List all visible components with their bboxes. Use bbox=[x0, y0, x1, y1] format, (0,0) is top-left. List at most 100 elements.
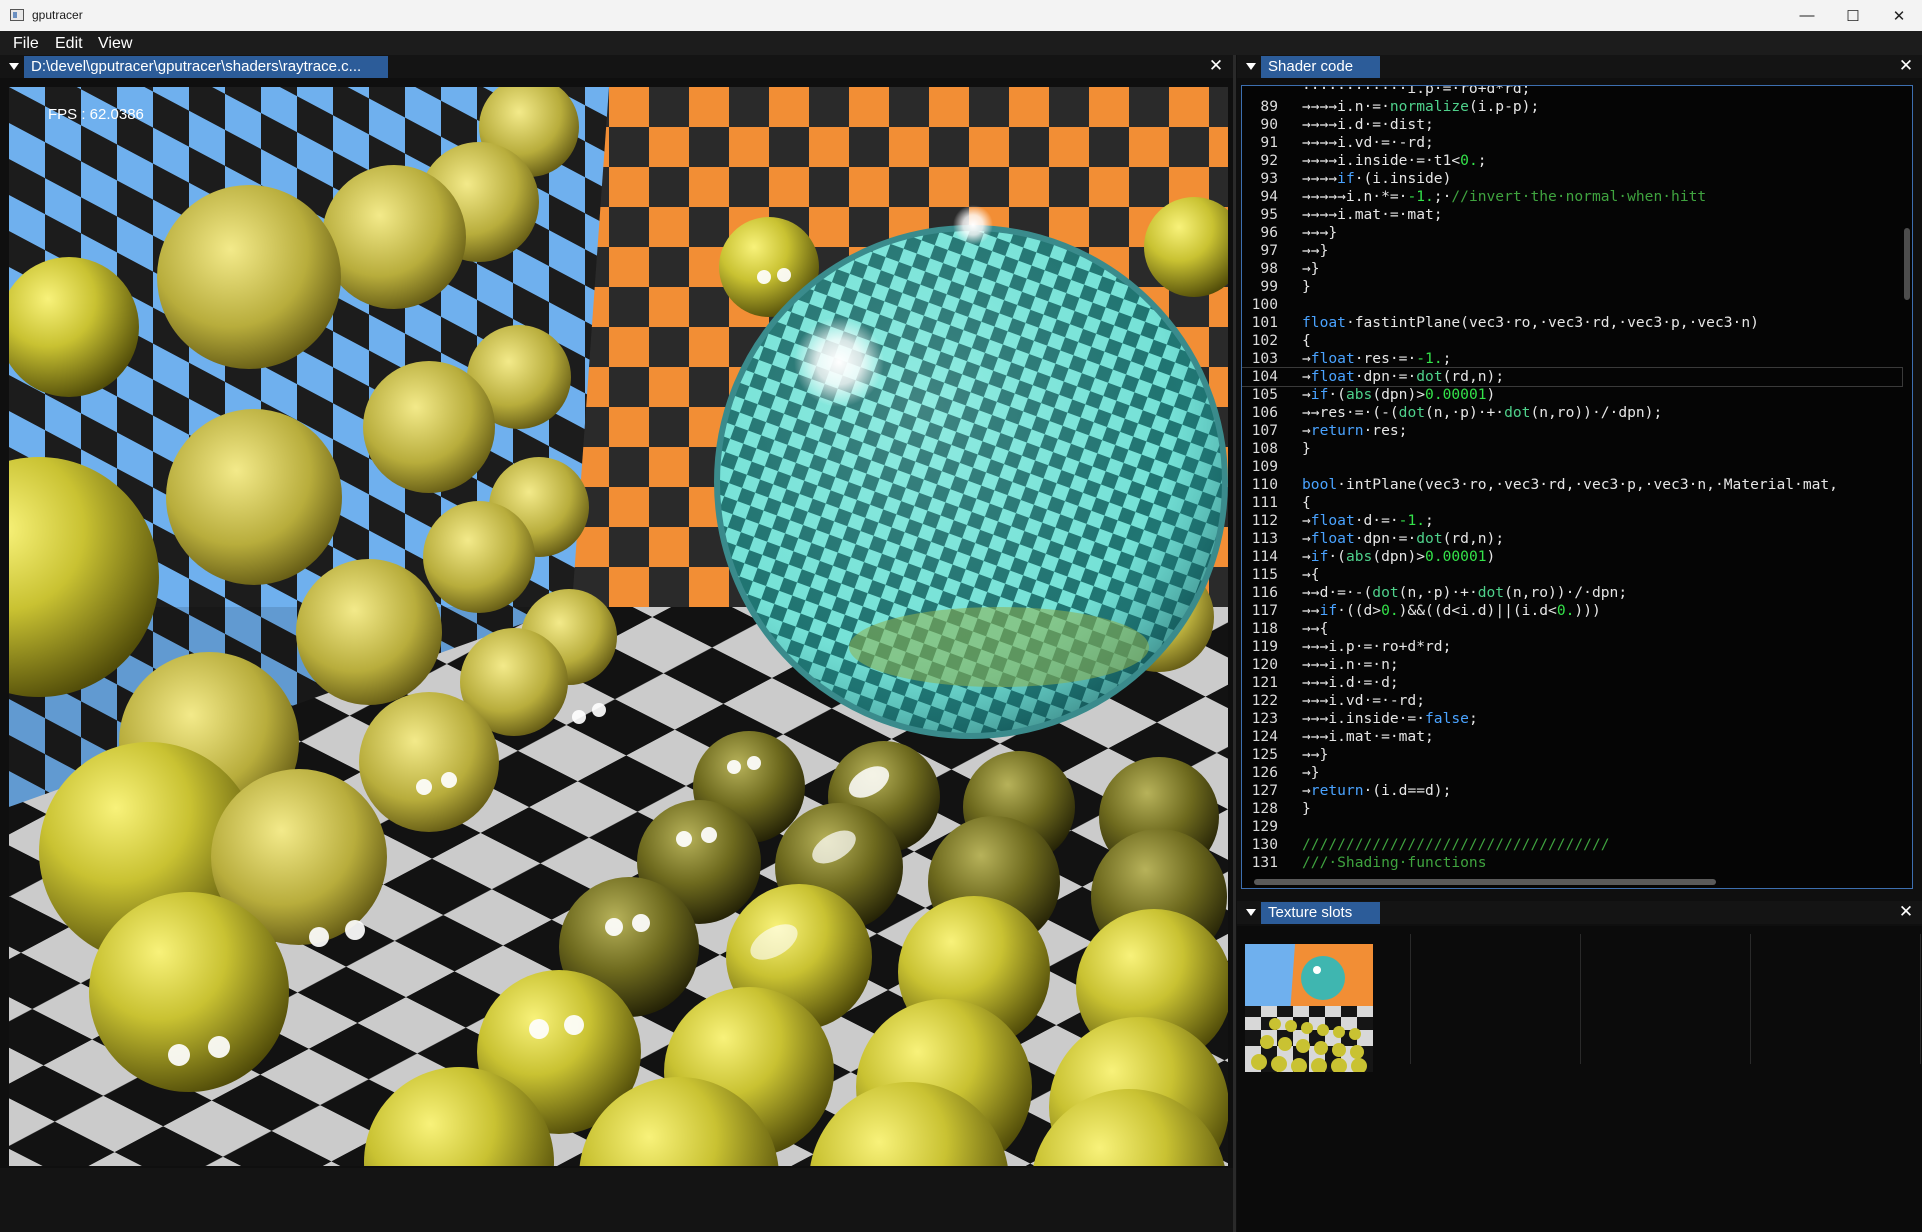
code-text: ············i.p·=·ro+d*rd; bbox=[1302, 85, 1531, 97]
code-line[interactable]: 91 →→→→i.vd·=·-rd; bbox=[1242, 134, 1902, 152]
code-text: →→→i.n·=·n; bbox=[1302, 656, 1399, 673]
code-text: →if·(abs(dpn)>0.00001) bbox=[1302, 386, 1496, 403]
menu-edit[interactable]: Edit bbox=[55, 35, 83, 53]
texture-thumbnail[interactable] bbox=[1245, 944, 1373, 1072]
code-line[interactable]: ············i.p·=·ro+d*rd; bbox=[1242, 85, 1902, 98]
code-line[interactable]: 117 →→if·((d>0.)&&((d<i.d)||(i.d<0.))) bbox=[1242, 602, 1902, 620]
minimize-button[interactable]: — bbox=[1784, 0, 1830, 31]
texture-slot[interactable] bbox=[1411, 934, 1581, 1064]
shader-code-editor[interactable]: ············i.p·=·ro+d*rd; 89 →→→→i.n·=·no… bbox=[1241, 85, 1913, 889]
panel-splitter[interactable] bbox=[1233, 55, 1236, 1232]
code-text: /////////////////////////////////// bbox=[1302, 836, 1610, 853]
code-line[interactable]: 120 →→→i.n·=·n; bbox=[1242, 656, 1902, 674]
code-line[interactable]: 125 →→} bbox=[1242, 746, 1902, 764]
code-line[interactable]: 126 →} bbox=[1242, 764, 1902, 782]
code-line[interactable]: 89 →→→→i.n·=·normalize(i.p-p); bbox=[1242, 98, 1902, 116]
code-line[interactable]: 93 →→→→if·(i.inside) bbox=[1242, 170, 1902, 188]
menu-view[interactable]: View bbox=[98, 35, 132, 53]
shader-close-button[interactable]: ✕ bbox=[1897, 56, 1915, 76]
horizontal-scrollbar[interactable] bbox=[1254, 879, 1716, 885]
line-number: 119 bbox=[1251, 638, 1278, 655]
code-line[interactable]: 106 →→res·=·(-(dot(n,·p)·+·dot(n,ro))·/·d… bbox=[1242, 404, 1902, 422]
code-text: →return·res; bbox=[1302, 422, 1408, 439]
line-number: 125 bbox=[1251, 746, 1278, 763]
code-line[interactable]: 129 bbox=[1242, 818, 1902, 836]
line-number: 99 bbox=[1260, 278, 1278, 295]
collapse-arrow-icon[interactable] bbox=[1246, 909, 1256, 916]
line-number: 101 bbox=[1251, 314, 1278, 331]
code-line[interactable]: 110 bool·intPlane(vec3·ro,·vec3·rd,·vec3·… bbox=[1242, 476, 1902, 494]
line-number: 126 bbox=[1251, 764, 1278, 781]
code-line[interactable]: 127 →return·(i.d==d); bbox=[1242, 782, 1902, 800]
shader-code-tab[interactable]: Shader code bbox=[1261, 56, 1380, 78]
code-line[interactable]: 108} bbox=[1242, 440, 1902, 458]
collapse-arrow-icon[interactable] bbox=[9, 63, 19, 70]
code-line[interactable]: 122 →→→i.vd·=·-rd; bbox=[1242, 692, 1902, 710]
line-number: 103 bbox=[1251, 350, 1278, 367]
line-number: 89 bbox=[1260, 98, 1278, 115]
code-text: →→→→i.inside·=·t1<0.; bbox=[1302, 152, 1487, 169]
maximize-button[interactable]: ☐ bbox=[1830, 0, 1876, 31]
texture-slot[interactable] bbox=[1241, 934, 1411, 1072]
line-number: 130 bbox=[1251, 836, 1278, 853]
vertical-scrollbar[interactable] bbox=[1904, 228, 1910, 300]
line-number: 100 bbox=[1251, 296, 1278, 313]
code-line[interactable]: 100 bbox=[1242, 296, 1902, 314]
code-line[interactable]: 104 →float·dpn·=·dot(rd,n); bbox=[1242, 367, 1903, 387]
code-line[interactable]: 97 →→} bbox=[1242, 242, 1902, 260]
code-line[interactable]: 105 →if·(abs(dpn)>0.00001) bbox=[1242, 386, 1902, 404]
texture-slot[interactable] bbox=[1751, 934, 1921, 1064]
texture-panel-header: Texture slots ✕ bbox=[1237, 901, 1922, 924]
code-line[interactable]: 131 ///·Shading·functions bbox=[1242, 854, 1902, 872]
code-line[interactable]: 115 →{ bbox=[1242, 566, 1902, 584]
code-line[interactable]: 113 →float·dpn·=·dot(rd,n); bbox=[1242, 530, 1902, 548]
line-number: 95 bbox=[1260, 206, 1278, 223]
code-line[interactable]: 101 float·fastintPlane(vec3·ro,·vec3·rd,·… bbox=[1242, 314, 1902, 332]
code-line[interactable]: 98 →} bbox=[1242, 260, 1902, 278]
code-line[interactable]: 102 { bbox=[1242, 332, 1902, 350]
code-line[interactable]: 92 →→→→i.inside·=·t1<0.; bbox=[1242, 152, 1902, 170]
code-line[interactable]: 124 →→→i.mat·=·mat; bbox=[1242, 728, 1902, 746]
code-line[interactable]: 99} bbox=[1242, 278, 1902, 296]
render-viewport[interactable] bbox=[9, 87, 1228, 1166]
code-line[interactable]: 121 →→→i.d·=·d; bbox=[1242, 674, 1902, 692]
texture-slot[interactable] bbox=[1581, 934, 1751, 1064]
close-window-button[interactable]: ✕ bbox=[1876, 0, 1922, 31]
code-line[interactable]: 114 →if·(abs(dpn)>0.00001) bbox=[1242, 548, 1902, 566]
code-text: →→→→i.vd·=·-rd; bbox=[1302, 134, 1434, 151]
code-line[interactable]: 123 →→→i.inside·=·false; bbox=[1242, 710, 1902, 728]
code-text: →{ bbox=[1302, 566, 1320, 583]
line-number: 111 bbox=[1251, 494, 1278, 511]
code-text: } bbox=[1302, 440, 1311, 457]
line-number: 92 bbox=[1260, 152, 1278, 169]
code-text: →→→→→i.n·*=·-1.;·//invert·the·normal·whe… bbox=[1302, 188, 1707, 205]
code-text: →} bbox=[1302, 260, 1320, 277]
code-line[interactable]: 109 bbox=[1242, 458, 1902, 476]
code-line[interactable]: 112 →float·d·=·-1.; bbox=[1242, 512, 1902, 530]
code-line[interactable]: 90 →→→→i.d·=·dist; bbox=[1242, 116, 1902, 134]
viewport-close-button[interactable]: ✕ bbox=[1207, 56, 1225, 76]
code-line[interactable]: 111 { bbox=[1242, 494, 1902, 512]
app-icon bbox=[10, 9, 24, 21]
code-line[interactable]: 116 →→d·=·-(dot(n,·p)·+·dot(n,ro))·/·dpn; bbox=[1242, 584, 1902, 602]
texture-close-button[interactable]: ✕ bbox=[1897, 902, 1915, 922]
code-text: { bbox=[1302, 332, 1311, 349]
code-line[interactable]: 128} bbox=[1242, 800, 1902, 818]
code-line[interactable]: 96 →→→} bbox=[1242, 224, 1902, 242]
code-line[interactable]: 130 /////////////////////////////////// bbox=[1242, 836, 1902, 854]
code-line[interactable]: 103 →float·res·=·-1.; bbox=[1242, 350, 1902, 368]
code-line[interactable]: 118 →→{ bbox=[1242, 620, 1902, 638]
line-number: 108 bbox=[1251, 440, 1278, 457]
menu-file[interactable]: File bbox=[13, 35, 39, 53]
code-line[interactable]: 119 →→→i.p·=·ro+d*rd; bbox=[1242, 638, 1902, 656]
collapse-arrow-icon[interactable] bbox=[1246, 63, 1256, 70]
line-number: 112 bbox=[1251, 512, 1278, 529]
line-number: 124 bbox=[1251, 728, 1278, 745]
viewport-tab[interactable]: D:\devel\gputracer\gputracer\shaders\ray… bbox=[24, 56, 388, 78]
code-line[interactable]: 107 →return·res; bbox=[1242, 422, 1902, 440]
texture-slots-tab[interactable]: Texture slots bbox=[1261, 902, 1380, 924]
code-line[interactable]: 95 →→→→i.mat·=·mat; bbox=[1242, 206, 1902, 224]
viewport-panel-header: D:\devel\gputracer\gputracer\shaders\ray… bbox=[0, 55, 1234, 78]
code-text: →→→i.d·=·d; bbox=[1302, 674, 1399, 691]
code-line[interactable]: 94 →→→→→i.n·*=·-1.;·//invert·the·normal·w… bbox=[1242, 188, 1902, 206]
